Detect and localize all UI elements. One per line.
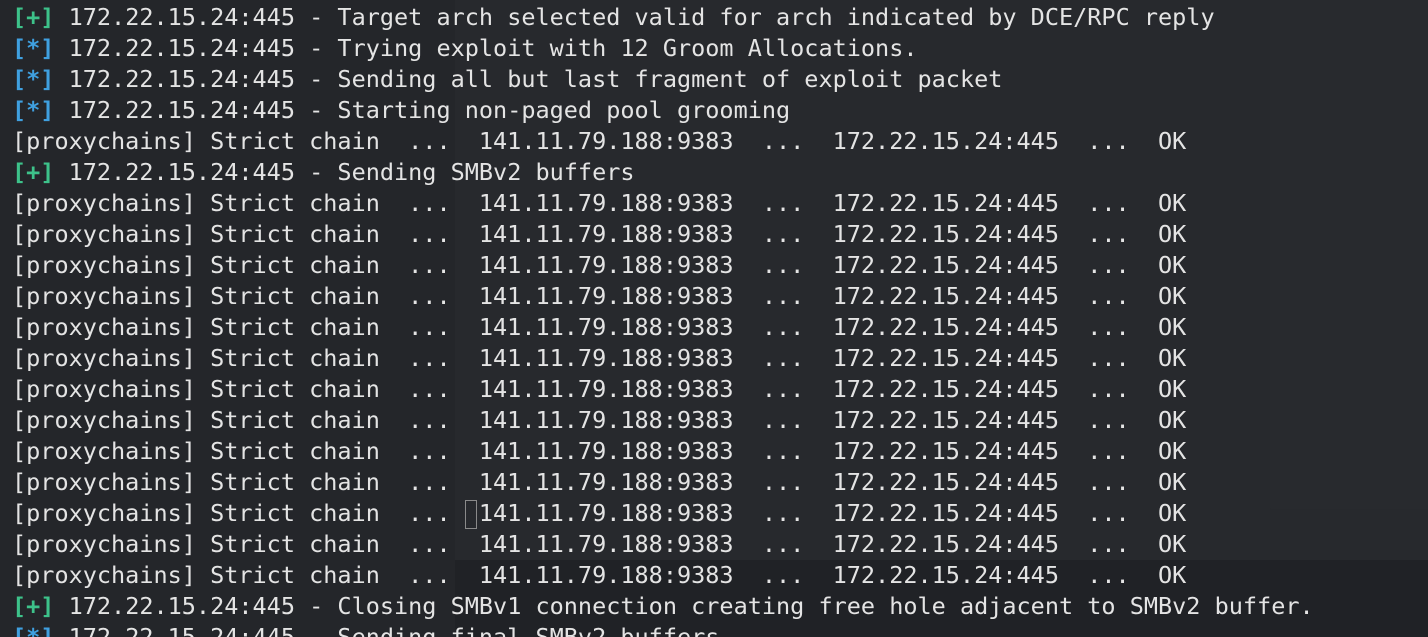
line-text: [proxychains] Strict chain ... 141.11.79… <box>12 220 1187 248</box>
status-prefix: [*] <box>12 65 55 93</box>
proxychains-line: [proxychains] Strict chain ... 141.11.79… <box>12 467 1314 498</box>
line-text: [proxychains] Strict chain ... 141.11.79… <box>12 530 1187 558</box>
line-text: 172.22.15.24:445 - Closing SMBv1 connect… <box>54 592 1314 620</box>
proxychains-line: [proxychains] Strict chain ... 141.11.79… <box>12 436 1314 467</box>
exploit-status-line: [+] 172.22.15.24:445 - Sending SMBv2 buf… <box>12 157 1314 188</box>
exploit-status-line: [+] 172.22.15.24:445 - Closing SMBv1 con… <box>12 591 1314 622</box>
terminal-output: [+] 172.22.15.24:445 - Target arch selec… <box>12 2 1314 637</box>
line-text: [proxychains] Strict chain ... 141.11.79… <box>12 189 1187 217</box>
line-text: 172.22.15.24:445 - Starting non-paged po… <box>54 96 791 124</box>
proxychains-line: [proxychains] Strict chain ... 141.11.79… <box>12 560 1314 591</box>
proxychains-line: [proxychains] Strict chain ... 141.11.79… <box>12 126 1314 157</box>
line-text: [proxychains] Strict chain ... 141.11.79… <box>12 251 1187 279</box>
line-text: [proxychains] Strict chain ... 141.11.79… <box>12 468 1187 496</box>
line-text: [proxychains] Strict chain ... 141.11.79… <box>12 437 1187 465</box>
line-text: [proxychains] Strict chain ... 141.11.79… <box>12 344 1187 372</box>
exploit-status-line: [*] 172.22.15.24:445 - Trying exploit wi… <box>12 33 1314 64</box>
line-text: [proxychains] Strict chain ... 141.11.79… <box>12 313 1187 341</box>
line-text: [proxychains] Strict chain ... 141.11.79… <box>12 127 1187 155</box>
exploit-status-line: [*] 172.22.15.24:445 - Sending all but l… <box>12 64 1314 95</box>
proxychains-line: [proxychains] Strict chain ... 141.11.79… <box>12 219 1314 250</box>
proxychains-line: [proxychains] Strict chain ... 141.11.79… <box>12 498 1314 529</box>
exploit-status-line: [*] 172.22.15.24:445 - Sending final SMB… <box>12 622 1314 637</box>
line-text: [proxychains] Strict chain ... 141.11.79… <box>12 375 1187 403</box>
line-text: [proxychains] Strict chain ... 141.11.79… <box>12 561 1187 589</box>
proxychains-line: [proxychains] Strict chain ... 141.11.79… <box>12 529 1314 560</box>
proxychains-line: [proxychains] Strict chain ... 141.11.79… <box>12 343 1314 374</box>
proxychains-line: [proxychains] Strict chain ... 141.11.79… <box>12 250 1314 281</box>
status-prefix: [*] <box>12 96 55 124</box>
proxychains-line: [proxychains] Strict chain ... 141.11.79… <box>12 405 1314 436</box>
terminal-cursor <box>465 500 477 529</box>
line-text: 172.22.15.24:445 - Sending all but last … <box>54 65 1003 93</box>
proxychains-line: [proxychains] Strict chain ... 141.11.79… <box>12 281 1314 312</box>
status-prefix: [+] <box>12 158 55 186</box>
line-text: 172.22.15.24:445 - Trying exploit with 1… <box>54 34 918 62</box>
line-text: 172.22.15.24:445 - Sending final SMBv2 b… <box>54 623 720 637</box>
proxychains-line: [proxychains] Strict chain ... 141.11.79… <box>12 312 1314 343</box>
line-text: [proxychains] Strict chain ... 141.11.79… <box>12 282 1187 310</box>
exploit-status-line: [+] 172.22.15.24:445 - Target arch selec… <box>12 2 1314 33</box>
line-text: 172.22.15.24:445 - Target arch selected … <box>54 3 1215 31</box>
proxychains-line: [proxychains] Strict chain ... 141.11.79… <box>12 188 1314 219</box>
line-text: [proxychains] Strict chain ... 141.11.79… <box>12 406 1187 434</box>
status-prefix: [*] <box>12 34 55 62</box>
line-text: [proxychains] Strict chain ... 141.11.79… <box>12 499 1187 527</box>
terminal-window[interactable]: [+] 172.22.15.24:445 - Target arch selec… <box>0 0 1428 637</box>
proxychains-line: [proxychains] Strict chain ... 141.11.79… <box>12 374 1314 405</box>
line-text: 172.22.15.24:445 - Sending SMBv2 buffers <box>54 158 635 186</box>
exploit-status-line: [*] 172.22.15.24:445 - Starting non-page… <box>12 95 1314 126</box>
status-prefix: [*] <box>12 623 55 637</box>
status-prefix: [+] <box>12 3 55 31</box>
status-prefix: [+] <box>12 592 55 620</box>
